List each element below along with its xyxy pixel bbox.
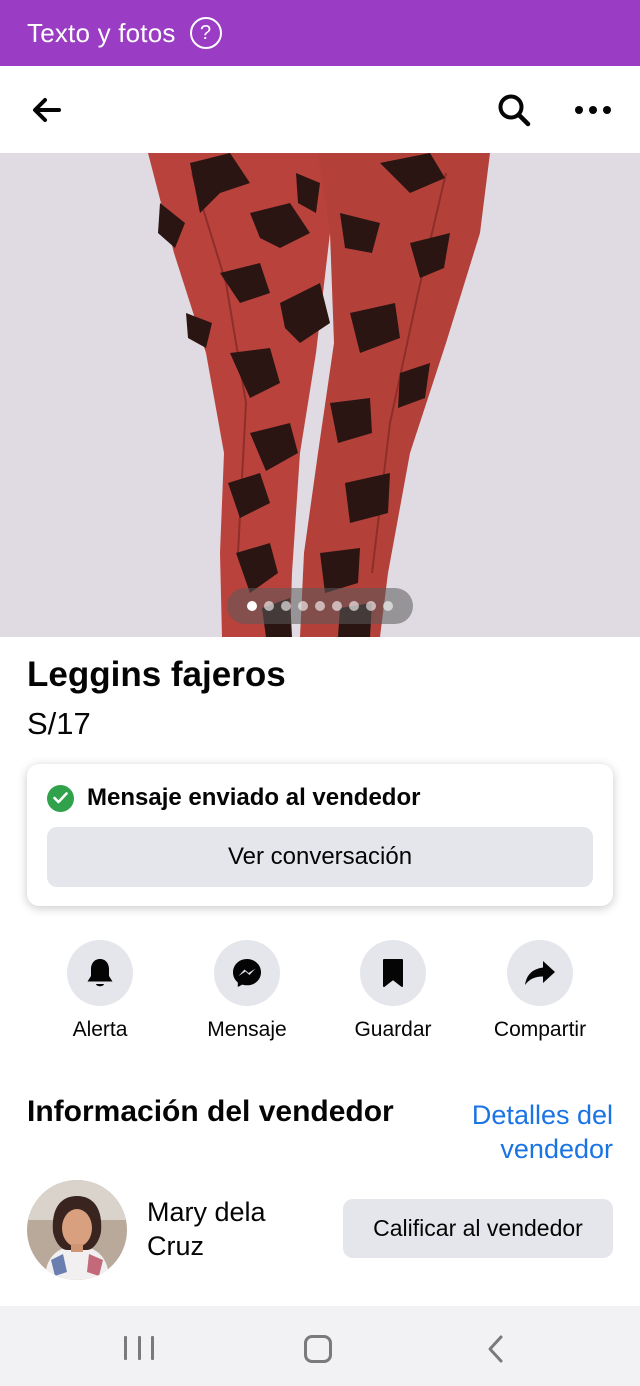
alert-label: Alerta [72, 1018, 128, 1041]
photo-pager[interactable] [227, 588, 413, 624]
listing-title: Leggins fajeros [27, 655, 286, 694]
arrow-left-icon[interactable] [26, 92, 66, 128]
recent-apps-icon[interactable] [124, 1336, 154, 1362]
bookmark-icon[interactable] [360, 940, 426, 1006]
search-icon[interactable] [492, 90, 536, 130]
check-circle-icon [47, 784, 74, 812]
more-horizontal-icon[interactable] [570, 90, 616, 130]
leggings-illustration [0, 153, 640, 637]
avatar[interactable] [27, 1180, 127, 1280]
seller-info-heading: Información del vendedor [27, 1095, 394, 1128]
pager-dot[interactable] [366, 601, 376, 611]
pager-dot[interactable] [298, 601, 308, 611]
message-status-text: Mensaje enviado al vendedor [87, 784, 421, 811]
message-action[interactable]: Mensaje [167, 940, 327, 1042]
share-label: Compartir [493, 1018, 587, 1041]
view-conversation-button[interactable]: Ver conversación [47, 827, 593, 887]
pager-dot[interactable] [332, 601, 342, 611]
banner-title: Texto y fotos [27, 17, 176, 48]
messenger-icon[interactable] [214, 940, 280, 1006]
back-chevron-icon[interactable] [484, 1334, 508, 1364]
share-icon[interactable] [507, 940, 573, 1006]
save-action[interactable]: Guardar [313, 940, 473, 1042]
alert-action[interactable]: Alerta [20, 940, 180, 1042]
listing-price: S/17 [27, 706, 91, 741]
pager-dot[interactable] [383, 601, 393, 611]
share-action[interactable]: Compartir [460, 940, 620, 1042]
pager-dot[interactable] [349, 601, 359, 611]
pager-dot[interactable] [247, 601, 257, 611]
home-icon[interactable] [304, 1335, 332, 1363]
rate-seller-button[interactable]: Calificar al vendedor [343, 1199, 613, 1258]
system-navigation-bar [0, 1306, 640, 1386]
message-sent-card: Mensaje enviado al vendedor Ver conversa… [27, 764, 613, 906]
seller-name[interactable]: Mary dela Cruz [147, 1195, 317, 1263]
help-icon[interactable]: ? [189, 17, 222, 49]
save-label: Guardar [354, 1018, 432, 1041]
text-and-photos-banner: Texto y fotos ? [0, 0, 640, 66]
bell-icon[interactable] [67, 940, 133, 1006]
pager-dot[interactable] [281, 601, 291, 611]
seller-details-link[interactable]: Detalles del vendedor [443, 1098, 613, 1166]
pager-dot[interactable] [315, 601, 325, 611]
message-label: Mensaje [207, 1018, 287, 1041]
top-navbar [0, 66, 640, 153]
product-photo[interactable] [0, 153, 640, 637]
pager-dot[interactable] [264, 601, 274, 611]
